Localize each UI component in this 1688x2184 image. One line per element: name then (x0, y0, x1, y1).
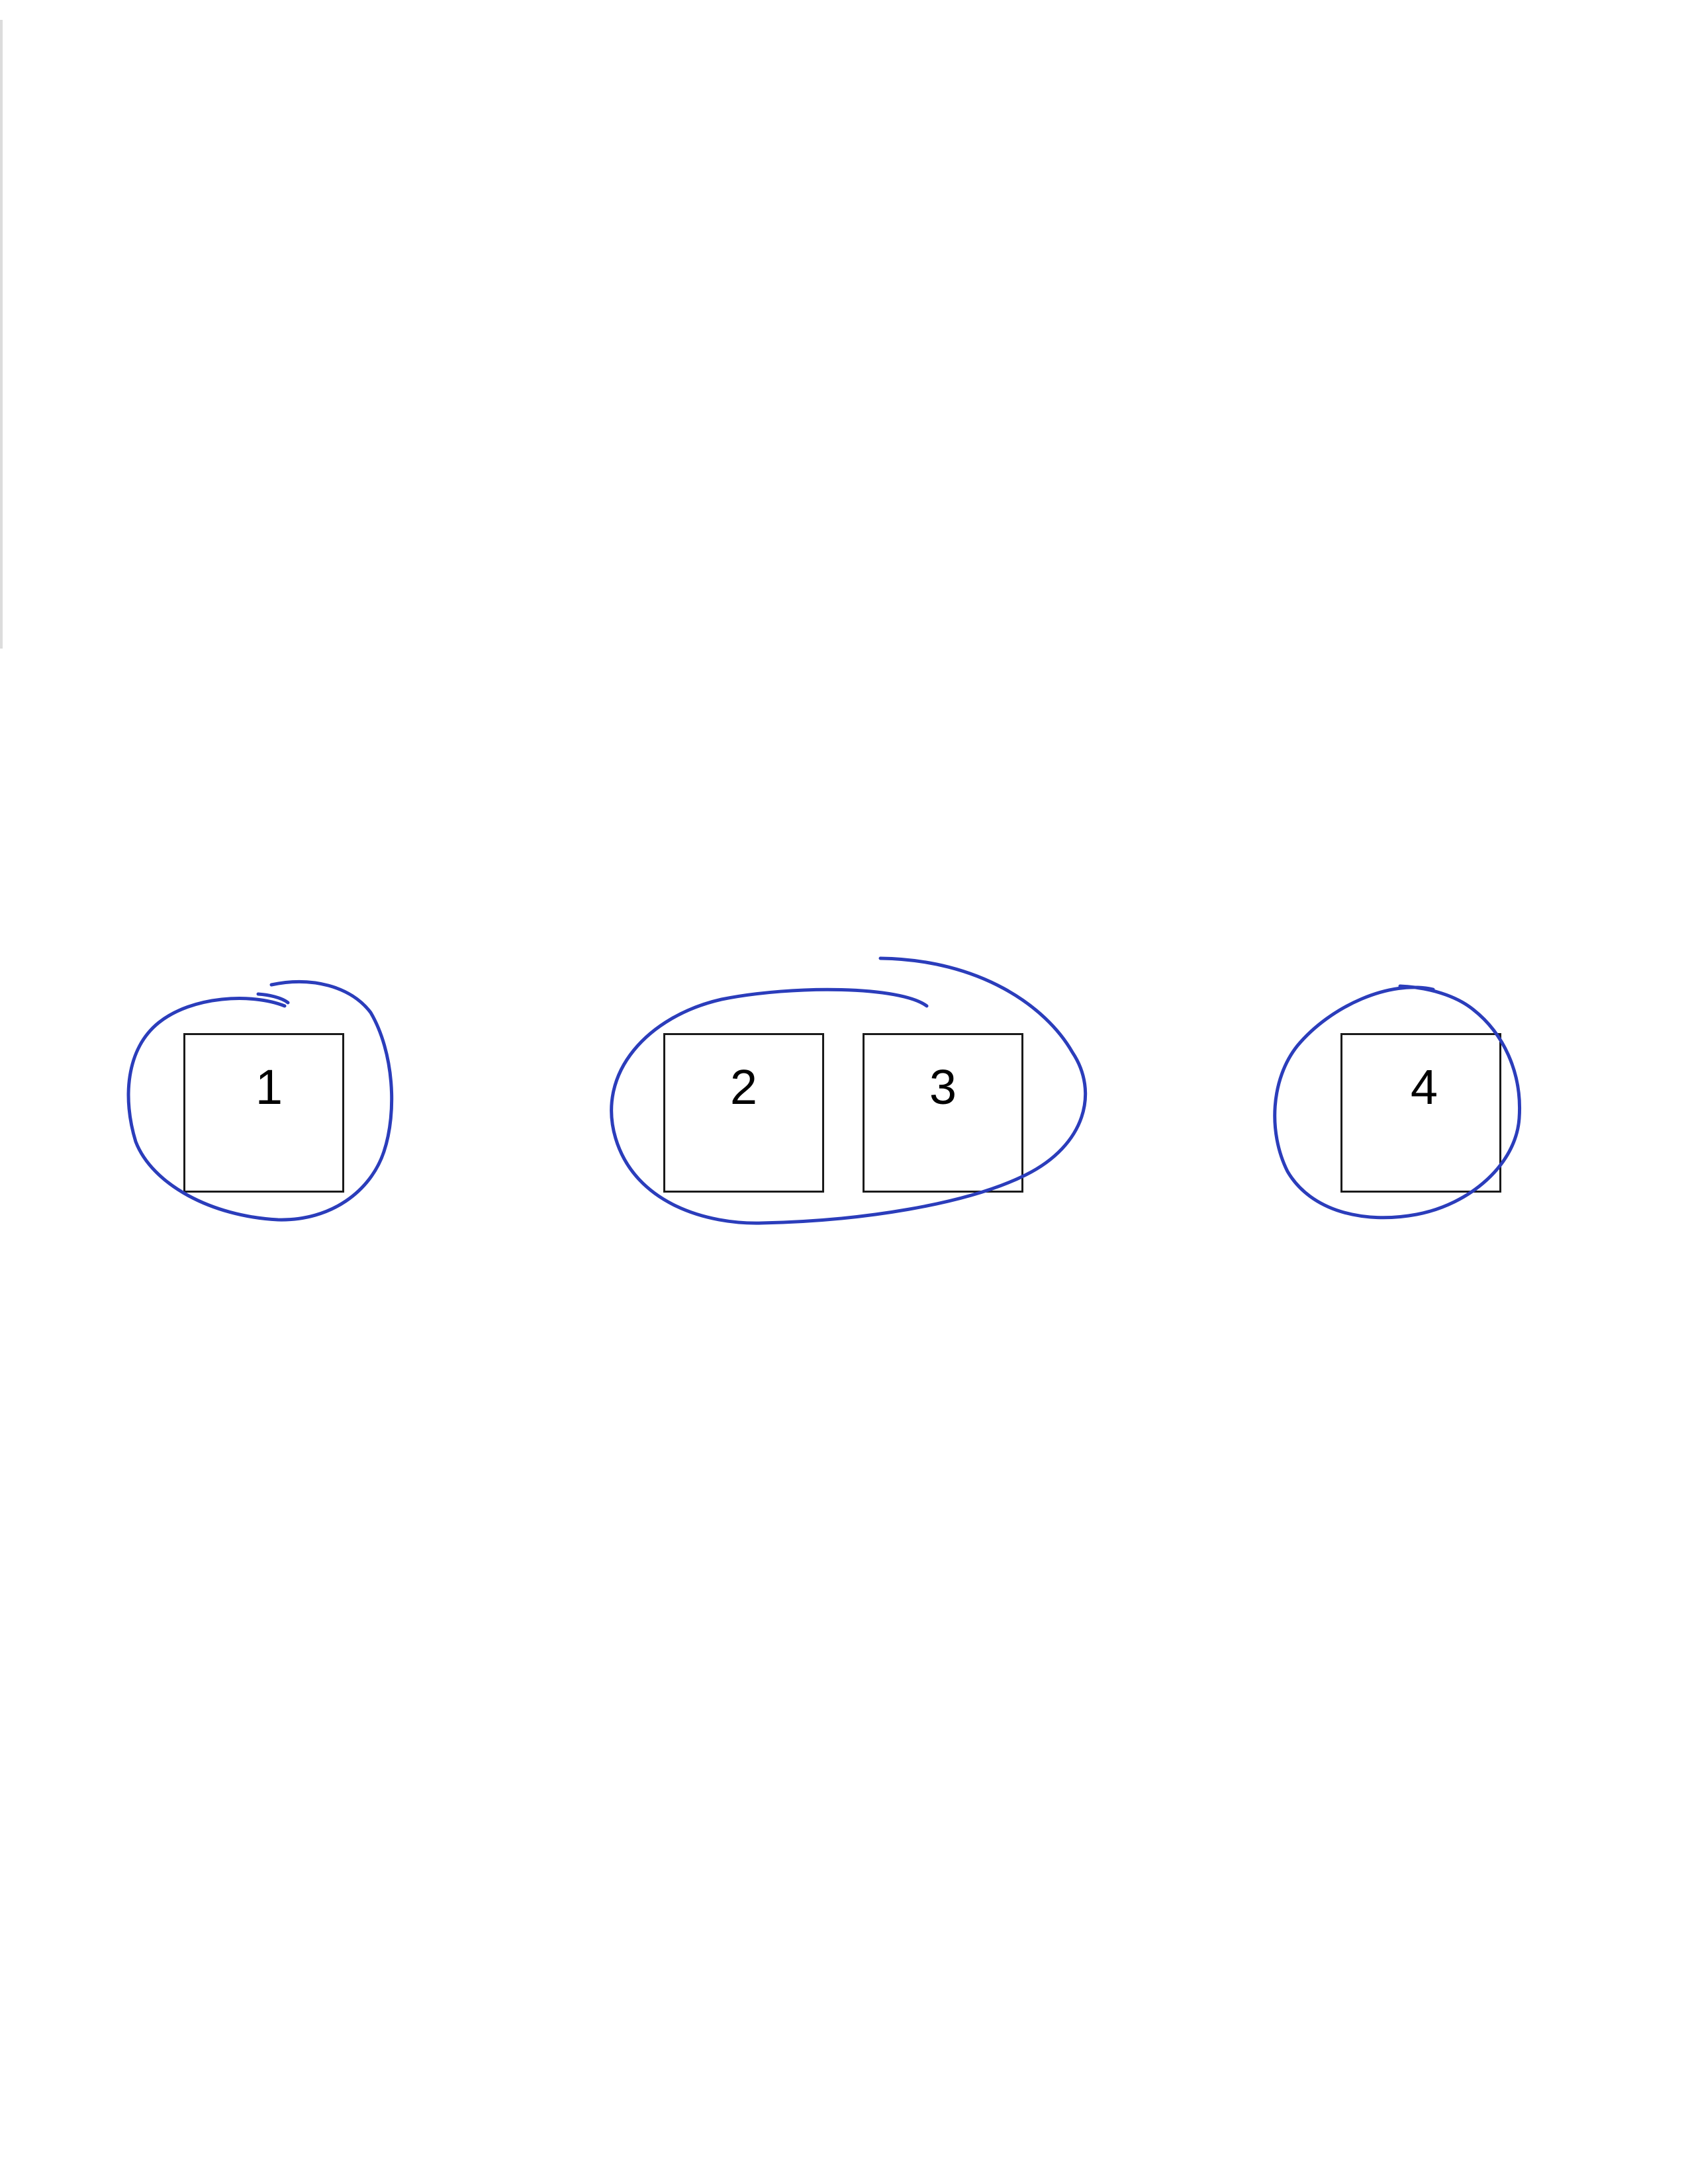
box-4: 4 (1340, 1033, 1501, 1193)
box-1-label: 1 (255, 1060, 283, 1115)
box-2-label: 2 (729, 1060, 758, 1115)
scan-edge-shadow (0, 20, 3, 649)
scanned-page: 1 2 3 4 (0, 0, 1688, 2184)
box-3: 3 (863, 1033, 1023, 1193)
box-1: 1 (183, 1033, 344, 1193)
group-circle-1-hook (256, 992, 290, 1005)
box-2: 2 (663, 1033, 824, 1193)
box-4-label: 4 (1410, 1060, 1438, 1115)
box-3-label: 3 (929, 1060, 957, 1115)
